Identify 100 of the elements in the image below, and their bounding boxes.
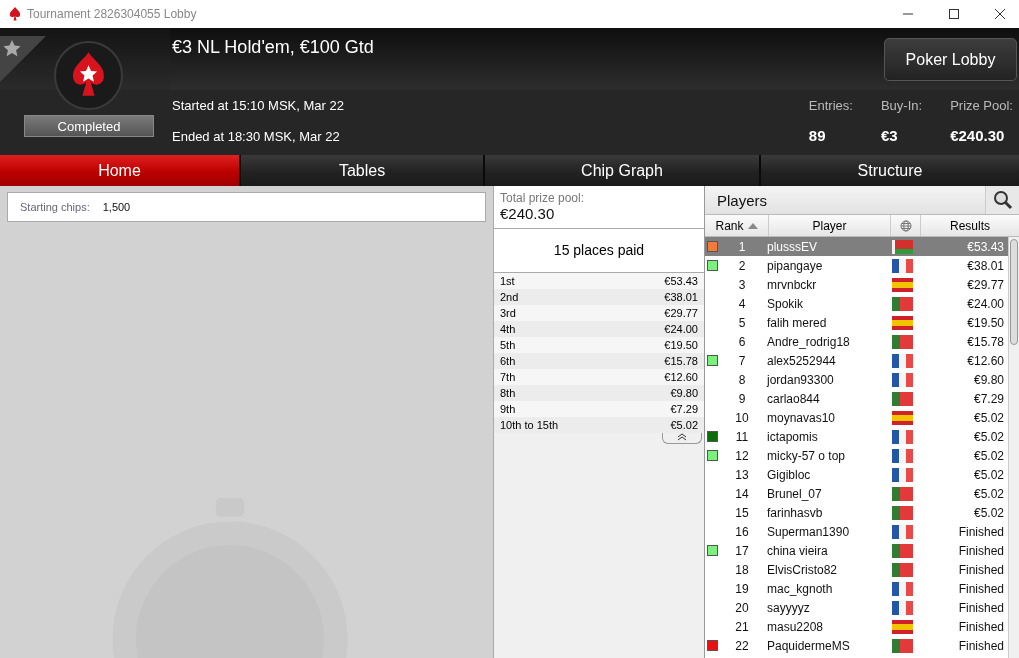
player-rank: 10 xyxy=(734,410,750,425)
player-result: €5.02 xyxy=(972,429,1005,444)
status-ribbon: Completed xyxy=(24,115,154,137)
player-name: micky-57 o top xyxy=(766,448,847,463)
prize-place: 9th xyxy=(500,402,516,417)
player-row[interactable]: 15 farinhasvb €5.02 xyxy=(705,503,1008,522)
player-result: €29.77 xyxy=(966,277,1005,292)
player-name: masu2208 xyxy=(766,619,825,634)
prize-amount: €19.50 xyxy=(664,338,698,353)
player-result: €53.43 xyxy=(966,239,1005,254)
player-row[interactable]: 16 Superman1390 Finished xyxy=(705,522,1008,541)
search-button[interactable] xyxy=(985,186,1019,214)
player-result: €5.02 xyxy=(972,410,1005,425)
player-row[interactable]: 2 pipangaye €38.01 xyxy=(705,256,1008,275)
prize-place: 1st xyxy=(500,274,515,289)
player-rank: 9 xyxy=(737,391,747,406)
player-column-header[interactable]: Player xyxy=(769,215,891,236)
stat-value: 89 xyxy=(808,127,827,144)
player-result: Finished xyxy=(957,562,1005,577)
flag-icon xyxy=(892,353,913,368)
player-row[interactable]: 11 ictapomis €5.02 xyxy=(705,427,1008,446)
player-rank: 20 xyxy=(734,600,750,615)
poker-lobby-button[interactable]: Poker Lobby xyxy=(884,38,1017,81)
player-name: carlao844 xyxy=(766,391,821,406)
flag-icon xyxy=(892,334,913,349)
prize-place: 3rd xyxy=(500,306,516,321)
player-row[interactable]: 12 micky-57 o top €5.02 xyxy=(705,446,1008,465)
prize-place: 7th xyxy=(500,370,516,385)
player-name: china vieira xyxy=(766,543,829,558)
player-rank: 3 xyxy=(737,277,747,292)
player-row[interactable]: 20 sayyyyz Finished xyxy=(705,598,1008,617)
player-name: ElvisCristo82 xyxy=(766,562,839,577)
tab[interactable]: Tables xyxy=(241,155,485,186)
tab[interactable]: Chip Graph xyxy=(485,155,761,186)
player-row[interactable]: 4 Spokik €24.00 xyxy=(705,294,1008,313)
player-row[interactable]: 18 ElvisCristo82 Finished xyxy=(705,560,1008,579)
player-row[interactable]: 21 masu2208 Finished xyxy=(705,617,1008,636)
player-row[interactable]: 19 mac_kgnoth Finished xyxy=(705,579,1008,598)
player-name: mac_kgnoth xyxy=(766,581,834,596)
prize-place: 8th xyxy=(500,386,516,401)
selected-player-row[interactable]: 1 plusssEV €53.43 xyxy=(705,237,1008,256)
prize-amount: €7.29 xyxy=(670,402,698,417)
flag-icon xyxy=(892,429,913,444)
player-name: Brunel_07 xyxy=(766,486,823,501)
rank-column-header[interactable]: Rank xyxy=(705,215,769,236)
player-rank: 18 xyxy=(734,562,750,577)
player-rank: 21 xyxy=(734,619,750,634)
collapse-tab[interactable] xyxy=(662,433,702,444)
total-prize-label: Total prize pool: xyxy=(500,191,586,205)
player-rank: 8 xyxy=(737,372,747,387)
player-name: plusssEV xyxy=(766,239,819,254)
player-row[interactable]: 13 Gigibloc €5.02 xyxy=(705,465,1008,484)
double-chevron-icon xyxy=(677,433,687,441)
stat-value: €240.30 xyxy=(950,127,1006,144)
player-rank: 16 xyxy=(734,524,750,539)
tab[interactable]: Home xyxy=(0,155,241,186)
player-result: €5.02 xyxy=(972,448,1005,463)
player-name: falih mered xyxy=(766,315,828,330)
maximize-icon[interactable] xyxy=(949,9,959,19)
player-rank: 6 xyxy=(737,334,747,349)
player-name: alex5252944 xyxy=(766,353,837,368)
player-name: jordan93300 xyxy=(765,372,835,387)
stat-label: Prize Pool: xyxy=(950,98,1013,113)
flag-icon xyxy=(892,581,913,596)
player-row[interactable]: 5 falih mered €19.50 xyxy=(705,313,1008,332)
flag-icon xyxy=(892,600,913,615)
player-row[interactable]: 22 PaquidermeMS Finished xyxy=(705,636,1008,655)
player-row[interactable]: 6 Andre_rodrig18 €15.78 xyxy=(705,332,1008,351)
flag-icon xyxy=(892,505,913,520)
stat-label: Entries: xyxy=(808,98,853,113)
end-time: Ended at 18:30 MSK, Mar 22 xyxy=(172,129,341,144)
player-row[interactable]: 8 jordan93300 €9.80 xyxy=(705,370,1008,389)
player-result: Finished xyxy=(957,543,1005,558)
flag-icon xyxy=(892,543,913,558)
prize-amount: €24.00 xyxy=(664,322,698,337)
close-icon[interactable] xyxy=(995,9,1005,19)
player-result: €5.02 xyxy=(972,467,1005,482)
results-column-header[interactable]: Results xyxy=(921,215,1019,236)
flag-icon xyxy=(892,258,913,273)
player-row[interactable]: 17 china vieira Finished xyxy=(705,541,1008,560)
player-row[interactable]: 9 carlao844 €7.29 xyxy=(705,389,1008,408)
player-name: pipangaye xyxy=(766,258,824,273)
flag-icon xyxy=(892,448,913,463)
scrollbar[interactable] xyxy=(1008,237,1019,658)
star-icon[interactable] xyxy=(0,36,46,82)
flag-icon xyxy=(892,638,913,653)
player-rank: 14 xyxy=(734,486,750,501)
player-rank: 22 xyxy=(734,638,750,653)
prize-place: 6th xyxy=(500,354,516,369)
player-name: sayyyyz xyxy=(766,600,811,615)
flag-icon xyxy=(892,239,913,254)
player-result: €9.80 xyxy=(972,372,1005,387)
stat-value: €3 xyxy=(880,127,899,144)
player-row[interactable]: 14 Brunel_07 €5.02 xyxy=(705,484,1008,503)
tab[interactable]: Structure xyxy=(761,155,1019,186)
player-row[interactable]: 3 mrvnbckr €29.77 xyxy=(705,275,1008,294)
globe-icon[interactable] xyxy=(899,219,912,232)
player-row[interactable]: 7 alex5252944 €12.60 xyxy=(705,351,1008,370)
player-row[interactable]: 10 moynavas10 €5.02 xyxy=(705,408,1008,427)
player-rank: 2 xyxy=(737,258,747,273)
